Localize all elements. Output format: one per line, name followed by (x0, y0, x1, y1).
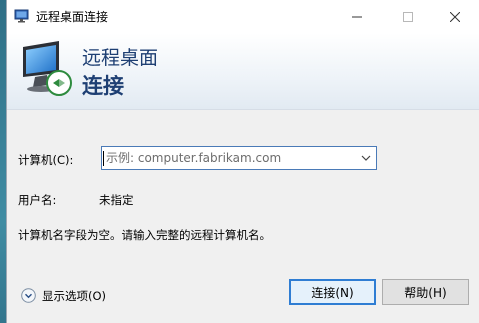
remote-desktop-icon (14, 9, 29, 23)
header-banner: 远程桌面 连接 (7, 33, 479, 110)
maximize-icon (403, 11, 413, 22)
banner-subtitle: 连接 (82, 74, 124, 98)
status-message: 计算机名字段为空。请输入完整的远程计算机名。 (18, 228, 271, 242)
minimize-icon (352, 16, 362, 17)
title-bar[interactable]: 远程桌面连接 (7, 0, 479, 33)
help-button[interactable]: 帮助(H) (382, 279, 469, 305)
maximize-button[interactable] (385, 0, 431, 33)
computer-input[interactable] (106, 147, 354, 169)
expand-circle-icon[interactable] (21, 288, 36, 303)
window-title: 远程桌面连接 (36, 10, 109, 24)
chevron-down-icon[interactable] (359, 151, 373, 165)
text-caret (103, 151, 104, 166)
show-options-link[interactable]: 显示选项(O) (42, 288, 106, 304)
username-label: 用户名: (18, 193, 57, 207)
close-button[interactable] (432, 0, 478, 33)
remote-desktop-monitor-icon (23, 41, 72, 96)
close-icon (450, 11, 460, 22)
username-value: 未指定 (99, 193, 134, 207)
minimize-button[interactable] (334, 0, 380, 33)
computer-combobox[interactable] (101, 146, 377, 170)
connect-button[interactable]: 连接(N) (289, 279, 376, 305)
remote-desktop-window: 远程桌面连接 远程桌面 连接 计算机(C): 示例: computer.fabr… (6, 0, 479, 323)
banner-title: 远程桌面 (82, 47, 159, 69)
computer-label: 计算机(C): (18, 153, 74, 167)
